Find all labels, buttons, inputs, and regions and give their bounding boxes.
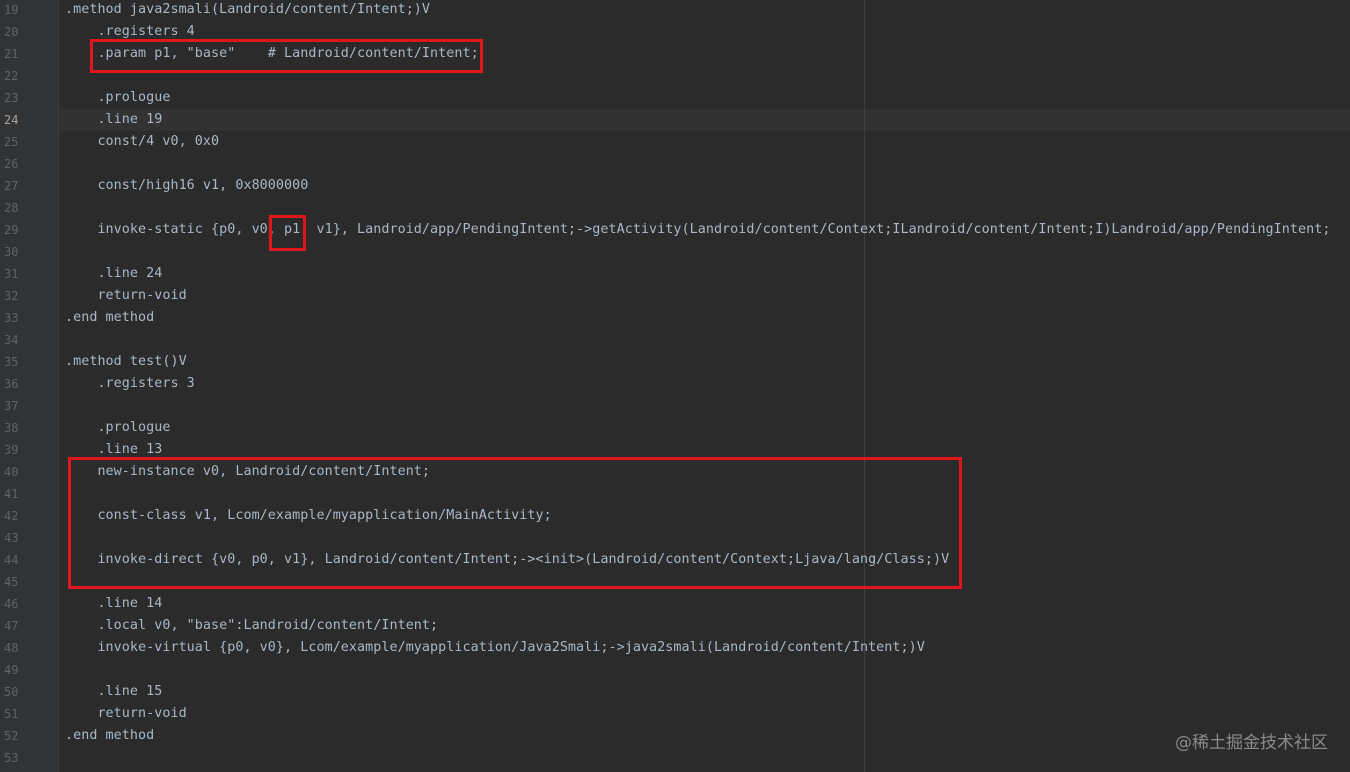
watermark: @稀土掘金技术社区 <box>1175 733 1328 753</box>
code-text[interactable]: .line 15 <box>65 681 162 703</box>
line-number: 31 <box>4 267 19 281</box>
line-number: 21 <box>4 47 19 61</box>
line-number: 22 <box>4 69 19 83</box>
code-line[interactable]: 42 const-class v1, Lcom/example/myapplic… <box>0 505 1350 527</box>
code-line[interactable]: 25 const/4 v0, 0x0 <box>0 131 1350 153</box>
line-number: 27 <box>4 179 19 193</box>
code-line[interactable]: 33 .end method <box>0 307 1350 329</box>
code-text[interactable]: .end method <box>65 725 154 747</box>
line-number: 34 <box>4 333 19 347</box>
code-line[interactable]: 45 <box>0 571 1350 593</box>
code-line[interactable]: 27 const/high16 v1, 0x8000000 <box>0 175 1350 197</box>
line-number: 41 <box>4 487 19 501</box>
line-number: 47 <box>4 619 19 633</box>
line-number: 48 <box>4 641 19 655</box>
code-line[interactable]: 23 .prologue <box>0 87 1350 109</box>
line-number: 37 <box>4 399 19 413</box>
code-text[interactable]: invoke-virtual {p0, v0}, Lcom/example/my… <box>65 637 925 659</box>
code-text[interactable]: .method test()V <box>65 351 187 373</box>
code-line[interactable]: 46 .line 14 <box>0 593 1350 615</box>
code-line[interactable]: 29 invoke-static {p0, v0, p1, v1}, Landr… <box>0 219 1350 241</box>
code-text[interactable]: return-void <box>65 703 187 725</box>
code-text[interactable]: .end method <box>65 307 154 329</box>
code-text[interactable]: const/4 v0, 0x0 <box>65 131 219 153</box>
code-line[interactable]: 32 return-void <box>0 285 1350 307</box>
code-line[interactable]: 34 <box>0 329 1350 351</box>
code-line[interactable]: 49 <box>0 659 1350 681</box>
line-number: 44 <box>4 553 19 567</box>
code-text[interactable]: .line 19 <box>65 109 162 131</box>
code-line[interactable]: 30 <box>0 241 1350 263</box>
code-line[interactable]: 52 .end method <box>0 725 1350 747</box>
code-line[interactable]: 22 <box>0 65 1350 87</box>
code-line[interactable]: 19 .method java2smali(Landroid/content/In… <box>0 0 1350 21</box>
code-text[interactable]: .registers 3 <box>65 373 195 395</box>
code-line[interactable]: 50 .line 15 <box>0 681 1350 703</box>
line-number: 19 <box>4 3 19 17</box>
line-number: 46 <box>4 597 19 611</box>
line-number: 29 <box>4 223 19 237</box>
code-line[interactable]: 38 .prologue <box>0 417 1350 439</box>
code-line[interactable]: 20 .registers 4 <box>0 21 1350 43</box>
line-number: 43 <box>4 531 19 545</box>
code-line[interactable]: 53 <box>0 747 1350 769</box>
code-text[interactable]: .local v0, "base":Landroid/content/Inten… <box>65 615 438 637</box>
line-number: 25 <box>4 135 19 149</box>
line-number: 32 <box>4 289 19 303</box>
code-text[interactable]: invoke-direct {v0, p0, v1}, Landroid/con… <box>65 549 949 571</box>
code-text[interactable]: const-class v1, Lcom/example/myapplicati… <box>65 505 552 527</box>
line-number: 28 <box>4 201 19 215</box>
line-number: 23 <box>4 91 19 105</box>
code-text[interactable]: .prologue <box>65 417 170 439</box>
code-text[interactable]: .line 14 <box>65 593 162 615</box>
code-line[interactable]: 40 new-instance v0, Landroid/content/Int… <box>0 461 1350 483</box>
line-number: 26 <box>4 157 19 171</box>
code-line[interactable]: 37 <box>0 395 1350 417</box>
code-text[interactable]: .line 13 <box>65 439 162 461</box>
code-text[interactable]: .param p1, "base" # Landroid/content/Int… <box>65 43 479 65</box>
code-line[interactable]: 51 return-void <box>0 703 1350 725</box>
code-line[interactable]: 36 .registers 3 <box>0 373 1350 395</box>
code-line[interactable]: 39 .line 13 <box>0 439 1350 461</box>
code-line[interactable]: 48 invoke-virtual {p0, v0}, Lcom/example… <box>0 637 1350 659</box>
line-number: 49 <box>4 663 19 677</box>
code-text[interactable]: .prologue <box>65 87 170 109</box>
code-line[interactable]: 44 invoke-direct {v0, p0, v1}, Landroid/… <box>0 549 1350 571</box>
code-line[interactable]: 35 .method test()V <box>0 351 1350 373</box>
code-line[interactable]: 47 .local v0, "base":Landroid/content/In… <box>0 615 1350 637</box>
line-number: 39 <box>4 443 19 457</box>
code-text[interactable]: .method java2smali(Landroid/content/Inte… <box>65 0 430 21</box>
code-line[interactable]: 28 <box>0 197 1350 219</box>
code-text[interactable]: new-instance v0, Landroid/content/Intent… <box>65 461 430 483</box>
line-number: 38 <box>4 421 19 435</box>
code-text[interactable]: .registers 4 <box>65 21 195 43</box>
code-line[interactable]: 24 .line 19 <box>0 109 1350 131</box>
line-number: 51 <box>4 707 19 721</box>
line-number: 50 <box>4 685 19 699</box>
line-number: 20 <box>4 25 19 39</box>
line-number: 45 <box>4 575 19 589</box>
line-number: 33 <box>4 311 19 325</box>
code-text[interactable]: const/high16 v1, 0x8000000 <box>65 175 308 197</box>
code-text[interactable]: invoke-static {p0, v0, p1, v1}, Landroid… <box>65 219 1330 241</box>
code-text[interactable]: .line 24 <box>65 263 162 285</box>
line-number: 36 <box>4 377 19 391</box>
line-number: 35 <box>4 355 19 369</box>
line-number: 52 <box>4 729 19 743</box>
code-editor[interactable]: 19 .method java2smali(Landroid/content/In… <box>0 0 1350 769</box>
line-number: 53 <box>4 751 19 765</box>
line-number: 30 <box>4 245 19 259</box>
code-line[interactable]: 41 <box>0 483 1350 505</box>
line-number: 40 <box>4 465 19 479</box>
code-text[interactable]: return-void <box>65 285 187 307</box>
code-line[interactable]: 43 <box>0 527 1350 549</box>
code-line[interactable]: 21 .param p1, "base" # Landroid/content/… <box>0 43 1350 65</box>
code-line[interactable]: 26 <box>0 153 1350 175</box>
line-number: 24 <box>4 113 19 127</box>
code-line[interactable]: 31 .line 24 <box>0 263 1350 285</box>
line-number: 42 <box>4 509 19 523</box>
